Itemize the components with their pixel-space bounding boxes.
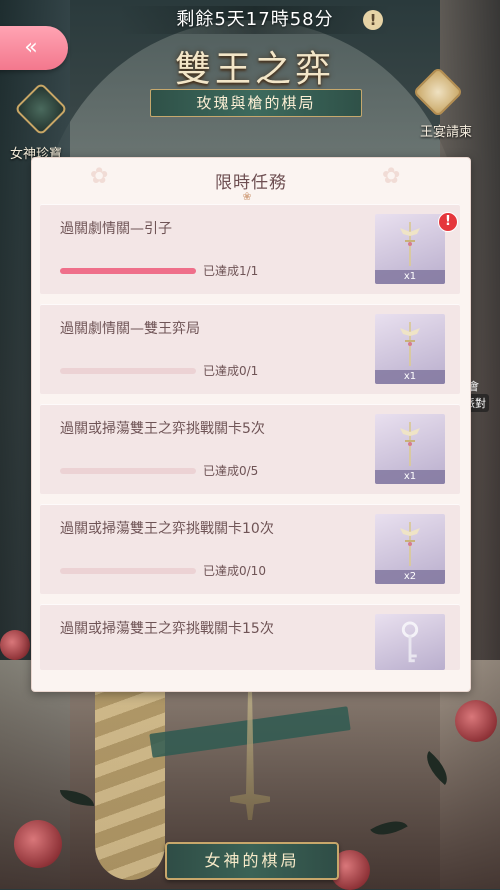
goddess-chess-game-button[interactable]: 女神的棋局 [165, 842, 339, 880]
winged-sword-icon [400, 422, 420, 466]
alert-badge-icon: ! [438, 212, 458, 232]
task-item[interactable]: 過關劇情關—引子 已達成1/1 x1 ! [40, 204, 460, 294]
modal-header: ✿ 限時任務 ✿ ❀ [32, 158, 470, 203]
task-progress-text: 已達成0/1 [203, 364, 259, 378]
event-timer-text: 剩餘5天17時58分 [176, 9, 334, 30]
reward-item[interactable]: x1 [375, 214, 445, 284]
info-alert-icon[interactable]: ! [363, 10, 383, 30]
task-name: 過關劇情關—引子 [60, 221, 172, 237]
task-progress-text: 已達成0/10 [203, 564, 266, 578]
rose-decoration-icon [455, 700, 497, 742]
task-item[interactable]: 過關或掃蕩雙王之弈挑戰關卡5次 已達成0/5 x1 [40, 404, 460, 494]
task-progress-bar [60, 368, 196, 374]
task-progress-bar [60, 568, 196, 574]
reward-count: x1 [375, 270, 445, 284]
winged-sword-icon [400, 222, 420, 266]
limited-tasks-modal: ✿ 限時任務 ✿ ❀ 過關劇情關—引子 已達成1/1 x1 ! 過關劇情關—雙王… [31, 157, 471, 692]
task-name: 過關或掃蕩雙王之弈挑戰關卡5次 [60, 421, 265, 437]
task-name: 過關或掃蕩雙王之弈挑戰關卡10次 [60, 521, 274, 537]
ornament-icon: ❀ [242, 190, 252, 203]
task-item[interactable]: 過關或掃蕩雙王之弈挑戰關卡10次 已達成0/10 x2 [40, 504, 460, 594]
reward-item[interactable]: x1 [375, 414, 445, 484]
royal-invitation-label: 王宴請柬 [420, 125, 473, 140]
task-progress-text: 已達成1/1 [203, 264, 259, 278]
task-item[interactable]: 過關或掃蕩雙王之弈挑戰關卡15次 [40, 604, 460, 670]
winged-sword-icon [400, 322, 420, 366]
double-chevron-left-icon: « [24, 35, 38, 60]
goddess-chess-game-label: 女神的棋局 [204, 851, 300, 870]
reward-count: x1 [375, 370, 445, 384]
task-item[interactable]: 過關劇情關—雙王弈局 已達成0/1 x1 [40, 304, 460, 394]
silver-key-icon [401, 621, 419, 663]
task-progress-bar [60, 268, 196, 274]
task-name: 過關或掃蕩雙王之弈挑戰關卡15次 [60, 621, 274, 637]
flower-decoration-icon: ✿ [382, 164, 401, 189]
reward-item[interactable]: x2 [375, 514, 445, 584]
task-progress-bar [60, 468, 196, 474]
reward-item[interactable]: x1 [375, 314, 445, 384]
task-progress-fill [60, 268, 196, 274]
reward-item[interactable] [375, 614, 445, 670]
reward-count: x2 [375, 570, 445, 584]
winged-sword-icon [400, 522, 420, 566]
event-subtitle: 玫瑰與槍的棋局 [150, 89, 362, 117]
task-name: 過關劇情關—雙王弈局 [60, 321, 200, 337]
task-progress-text: 已達成0/5 [203, 464, 259, 478]
back-button[interactable]: « [0, 26, 68, 70]
rose-decoration-icon [0, 630, 30, 660]
rose-decoration-icon [14, 820, 62, 868]
reward-count: x1 [375, 470, 445, 484]
flower-decoration-icon: ✿ [90, 164, 109, 189]
event-title: 雙王之弈 [174, 49, 335, 90]
event-timer: 剩餘5天17時58分 [120, 6, 390, 34]
